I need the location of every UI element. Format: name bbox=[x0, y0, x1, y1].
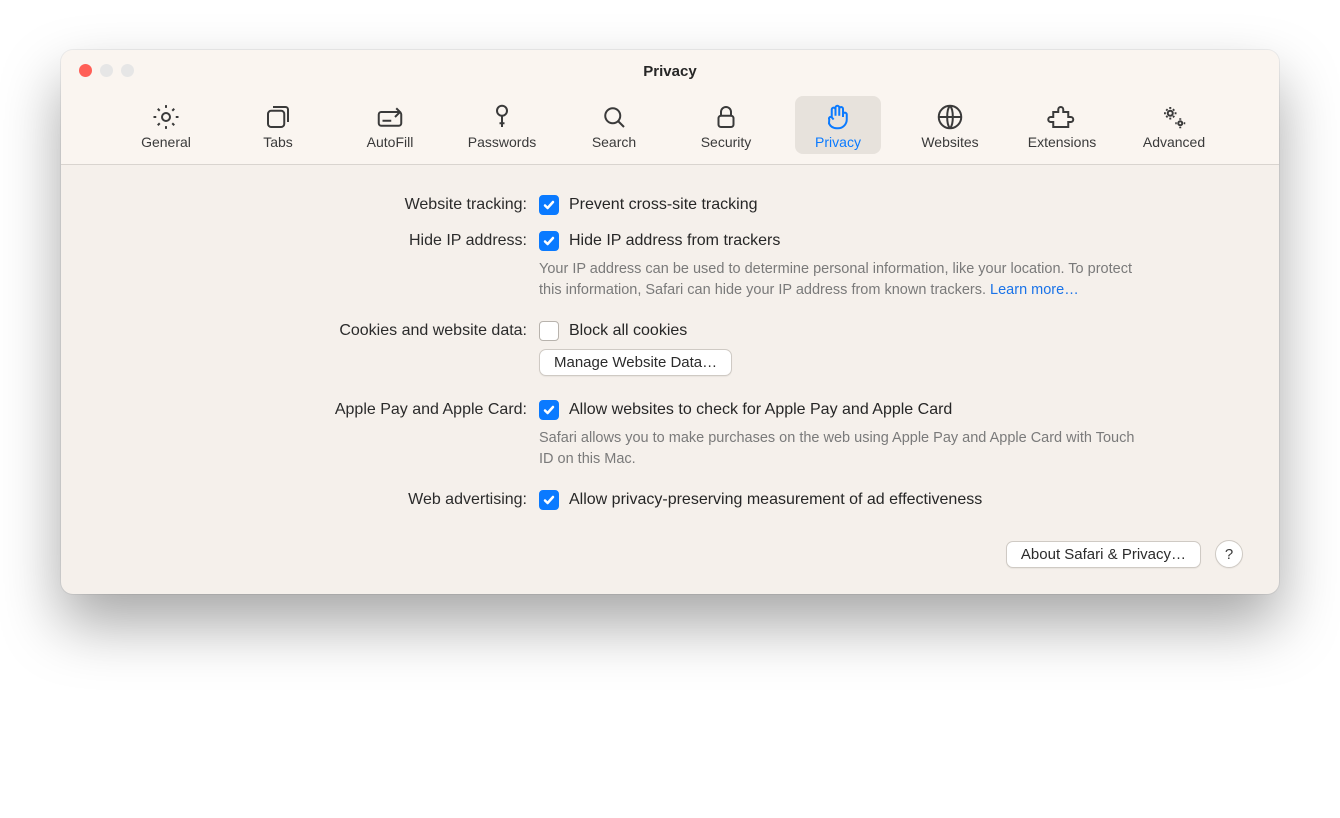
key-icon bbox=[487, 102, 517, 132]
gear-icon bbox=[151, 102, 181, 132]
checkbox-prevent-cross-site-tracking[interactable]: Prevent cross-site tracking bbox=[539, 195, 1139, 215]
checkbox-label: Hide IP address from trackers bbox=[569, 232, 780, 250]
checkbox-icon bbox=[539, 231, 559, 251]
titlebar: Privacy bbox=[61, 50, 1279, 92]
help-button[interactable]: ? bbox=[1215, 540, 1243, 568]
checkbox-icon bbox=[539, 321, 559, 341]
lock-icon bbox=[711, 102, 741, 132]
preferences-toolbar: General Tabs AutoFill Passwords Search bbox=[61, 92, 1279, 165]
row-hide-ip: Hide IP address: Hide IP address from tr… bbox=[97, 231, 1243, 301]
label-web-advertising: Web advertising: bbox=[97, 490, 527, 509]
checkbox-icon bbox=[539, 400, 559, 420]
hide-ip-description: Your IP address can be used to determine… bbox=[539, 259, 1139, 301]
label-website-tracking: Website tracking: bbox=[97, 195, 527, 214]
minimize-window-button[interactable] bbox=[100, 64, 113, 77]
label-cookies: Cookies and website data: bbox=[97, 321, 527, 340]
checkbox-label: Allow websites to check for Apple Pay an… bbox=[569, 401, 952, 419]
tab-advanced[interactable]: Advanced bbox=[1131, 96, 1217, 154]
preferences-window: Privacy General Tabs AutoFill Passw bbox=[61, 50, 1279, 594]
row-cookies: Cookies and website data: Block all cook… bbox=[97, 321, 1243, 376]
tab-websites[interactable]: Websites bbox=[907, 96, 993, 154]
checkbox-icon bbox=[539, 490, 559, 510]
tab-label: Security bbox=[701, 134, 752, 150]
tab-search[interactable]: Search bbox=[571, 96, 657, 154]
footer: About Safari & Privacy… ? bbox=[97, 530, 1243, 568]
tab-label: General bbox=[141, 134, 191, 150]
checkbox-icon bbox=[539, 195, 559, 215]
tab-label: AutoFill bbox=[367, 134, 414, 150]
checkbox-label: Prevent cross-site tracking bbox=[569, 196, 758, 214]
checkbox-label: Allow privacy-preserving measurement of … bbox=[569, 491, 982, 509]
row-web-advertising: Web advertising: Allow privacy-preservin… bbox=[97, 490, 1243, 510]
row-website-tracking: Website tracking: Prevent cross-site tra… bbox=[97, 195, 1243, 215]
autofill-icon bbox=[375, 102, 405, 132]
checkbox-label: Block all cookies bbox=[569, 322, 687, 340]
tab-label: Tabs bbox=[263, 134, 293, 150]
tab-label: Websites bbox=[921, 134, 978, 150]
tab-label: Extensions bbox=[1028, 134, 1096, 150]
tab-general[interactable]: General bbox=[123, 96, 209, 154]
row-apple-pay: Apple Pay and Apple Card: Allow websites… bbox=[97, 400, 1243, 470]
tabs-icon bbox=[263, 102, 293, 132]
window-controls bbox=[79, 64, 134, 77]
label-hide-ip: Hide IP address: bbox=[97, 231, 527, 250]
tab-extensions[interactable]: Extensions bbox=[1019, 96, 1105, 154]
tab-label: Search bbox=[592, 134, 636, 150]
search-icon bbox=[599, 102, 629, 132]
checkbox-block-all-cookies[interactable]: Block all cookies bbox=[539, 321, 1139, 341]
tab-security[interactable]: Security bbox=[683, 96, 769, 154]
tab-label: Passwords bbox=[468, 134, 536, 150]
privacy-pane: Website tracking: Prevent cross-site tra… bbox=[61, 165, 1279, 594]
label-apple-pay: Apple Pay and Apple Card: bbox=[97, 400, 527, 419]
gears-icon bbox=[1159, 102, 1189, 132]
about-safari-privacy-button[interactable]: About Safari & Privacy… bbox=[1006, 541, 1201, 568]
globe-icon bbox=[935, 102, 965, 132]
learn-more-link[interactable]: Learn more… bbox=[990, 282, 1079, 298]
tab-autofill[interactable]: AutoFill bbox=[347, 96, 433, 154]
apple-pay-description: Safari allows you to make purchases on t… bbox=[539, 428, 1139, 470]
checkbox-hide-ip-from-trackers[interactable]: Hide IP address from trackers bbox=[539, 231, 1139, 251]
tab-passwords[interactable]: Passwords bbox=[459, 96, 545, 154]
tab-privacy[interactable]: Privacy bbox=[795, 96, 881, 154]
window-title: Privacy bbox=[643, 63, 696, 80]
tab-tabs[interactable]: Tabs bbox=[235, 96, 321, 154]
checkbox-allow-ad-measurement[interactable]: Allow privacy-preserving measurement of … bbox=[539, 490, 1139, 510]
maximize-window-button[interactable] bbox=[121, 64, 134, 77]
hand-icon bbox=[823, 102, 853, 132]
tab-label: Privacy bbox=[815, 134, 861, 150]
tab-label: Advanced bbox=[1143, 134, 1205, 150]
close-window-button[interactable] bbox=[79, 64, 92, 77]
puzzle-icon bbox=[1047, 102, 1077, 132]
checkbox-allow-apple-pay-check[interactable]: Allow websites to check for Apple Pay an… bbox=[539, 400, 1139, 420]
manage-website-data-button[interactable]: Manage Website Data… bbox=[539, 349, 732, 376]
